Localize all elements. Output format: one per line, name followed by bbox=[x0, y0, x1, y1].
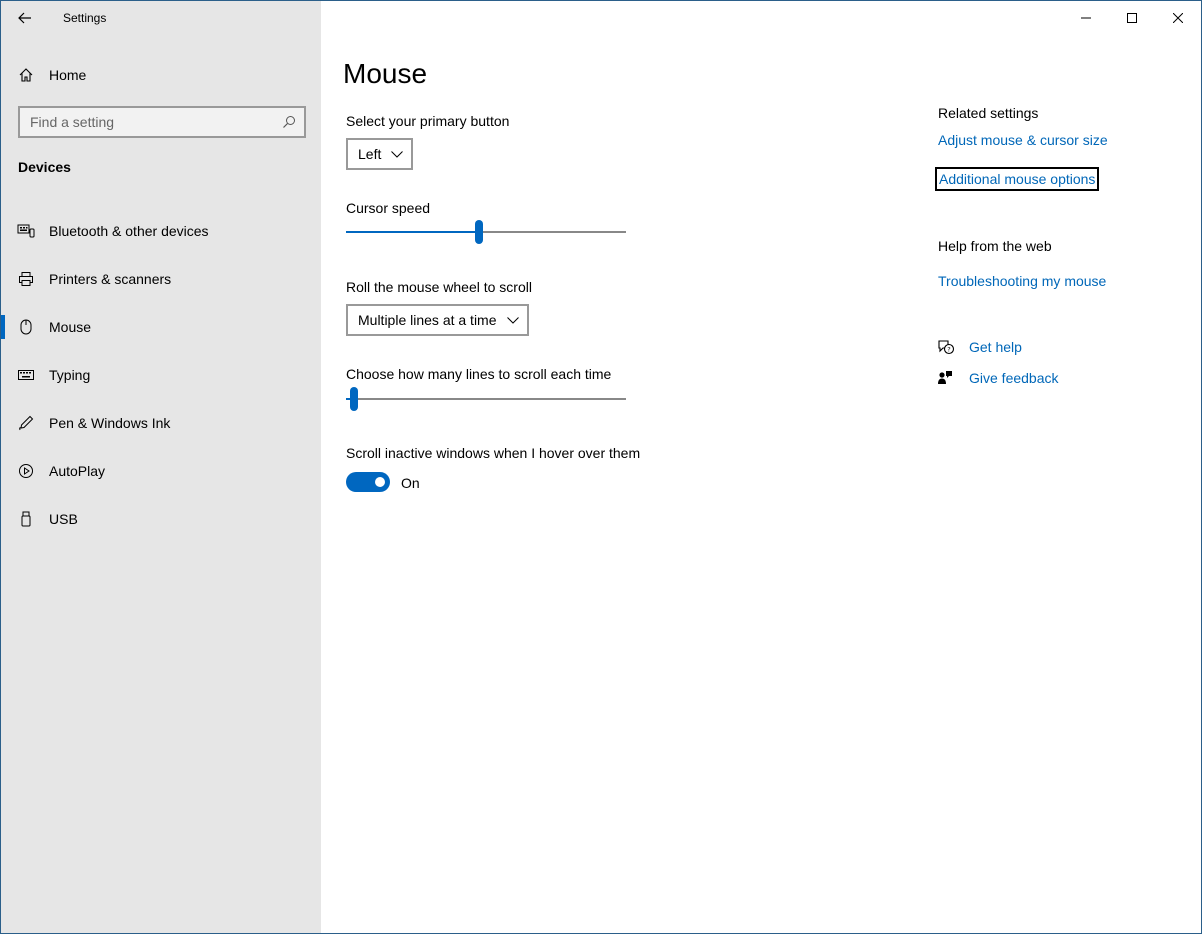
sidebar-item-label: USB bbox=[49, 511, 78, 527]
back-button[interactable] bbox=[1, 1, 49, 35]
additional-mouse-options-link[interactable]: Additional mouse options bbox=[934, 167, 1100, 191]
related-settings-panel: Related settings Adjust mouse & cursor s… bbox=[934, 1, 1197, 601]
primary-button-dropdown[interactable]: Left bbox=[346, 138, 414, 170]
sidebar-item-usb[interactable]: USB bbox=[1, 495, 321, 543]
primary-button-label: Select your primary button bbox=[346, 113, 510, 129]
pen-icon bbox=[1, 415, 49, 431]
app-title: Settings bbox=[63, 11, 107, 25]
feedback-icon bbox=[937, 370, 969, 386]
sidebar-item-autoplay[interactable]: AutoPlay bbox=[1, 447, 321, 495]
get-help-link[interactable]: ? Get help bbox=[937, 339, 1022, 355]
sidebar-item-label: Mouse bbox=[49, 319, 92, 335]
main-content: Mouse Select your primary button Left Cu… bbox=[343, 1, 905, 933]
sidebar-item-label: Bluetooth & other devices bbox=[49, 223, 209, 239]
sidebar-item-label: Pen & Windows Ink bbox=[49, 415, 171, 431]
svg-text:?: ? bbox=[947, 345, 950, 353]
cursor-speed-slider[interactable] bbox=[346, 220, 626, 244]
toggle-knob bbox=[375, 477, 385, 487]
primary-button-value: Left bbox=[358, 146, 382, 162]
keyboard-icon bbox=[1, 370, 49, 380]
get-help-label: Get help bbox=[969, 339, 1022, 355]
slider-thumb[interactable] bbox=[350, 387, 358, 411]
sidebar-item-label: Printers & scanners bbox=[49, 271, 172, 287]
sidebar-item-bluetooth[interactable]: Bluetooth & other devices bbox=[1, 207, 321, 255]
sidebar-home[interactable]: Home bbox=[1, 57, 321, 93]
troubleshooting-mouse-link[interactable]: Troubleshooting my mouse bbox=[938, 273, 1106, 289]
page-title: Mouse bbox=[343, 58, 428, 89]
chevron-down-icon bbox=[391, 150, 404, 158]
lines-to-scroll-slider[interactable] bbox=[346, 387, 626, 411]
give-feedback-label: Give feedback bbox=[969, 370, 1059, 386]
sidebar-item-mouse[interactable]: Mouse bbox=[1, 303, 321, 351]
sidebar-nav: Bluetooth & other devices Printers & sca… bbox=[1, 207, 321, 543]
scroll-inactive-toggle[interactable] bbox=[346, 472, 390, 492]
sidebar-item-label: AutoPlay bbox=[49, 463, 106, 479]
cursor-speed-label: Cursor speed bbox=[346, 200, 431, 216]
wheel-scroll-label: Roll the mouse wheel to scroll bbox=[346, 279, 532, 295]
chevron-down-icon bbox=[506, 316, 519, 324]
search-input[interactable] bbox=[30, 114, 270, 130]
search-icon[interactable] bbox=[282, 115, 296, 129]
printer-icon bbox=[1, 271, 49, 287]
usb-icon bbox=[1, 511, 49, 527]
home-label: Home bbox=[49, 67, 87, 83]
related-settings-heading: Related settings bbox=[938, 105, 1039, 121]
sidebar-item-typing[interactable]: Typing bbox=[1, 351, 321, 399]
slider-fill bbox=[346, 231, 479, 233]
adjust-mouse-cursor-link[interactable]: Adjust mouse & cursor size bbox=[938, 132, 1108, 148]
search-box[interactable] bbox=[18, 106, 306, 138]
lines-to-scroll-label: Choose how many lines to scroll each tim… bbox=[346, 366, 612, 382]
give-feedback-link[interactable]: Give feedback bbox=[937, 370, 1059, 386]
slider-thumb[interactable] bbox=[475, 220, 483, 244]
get-help-icon: ? bbox=[937, 339, 969, 355]
sidebar-item-pen[interactable]: Pen & Windows Ink bbox=[1, 399, 321, 447]
autoplay-icon bbox=[1, 463, 49, 479]
back-arrow-icon bbox=[18, 12, 31, 24]
sidebar-item-printers[interactable]: Printers & scanners bbox=[1, 255, 321, 303]
sidebar-item-label: Typing bbox=[49, 367, 91, 383]
scroll-inactive-label: Scroll inactive windows when I hover ove… bbox=[346, 445, 641, 461]
sidebar: Settings Home Devices bbox=[1, 1, 321, 933]
bluetooth-devices-icon bbox=[1, 223, 49, 239]
mouse-icon bbox=[1, 319, 49, 335]
wheel-scroll-value: Multiple lines at a time bbox=[358, 312, 497, 328]
settings-window: Settings Home Devices bbox=[0, 0, 1202, 934]
help-from-web-heading: Help from the web bbox=[938, 238, 1052, 254]
scroll-inactive-state: On bbox=[401, 475, 420, 491]
wheel-scroll-dropdown[interactable]: Multiple lines at a time bbox=[346, 304, 529, 336]
home-icon bbox=[1, 67, 49, 83]
slider-track bbox=[346, 398, 626, 400]
title-bar: Settings bbox=[1, 1, 321, 35]
section-title: Devices bbox=[18, 159, 71, 175]
